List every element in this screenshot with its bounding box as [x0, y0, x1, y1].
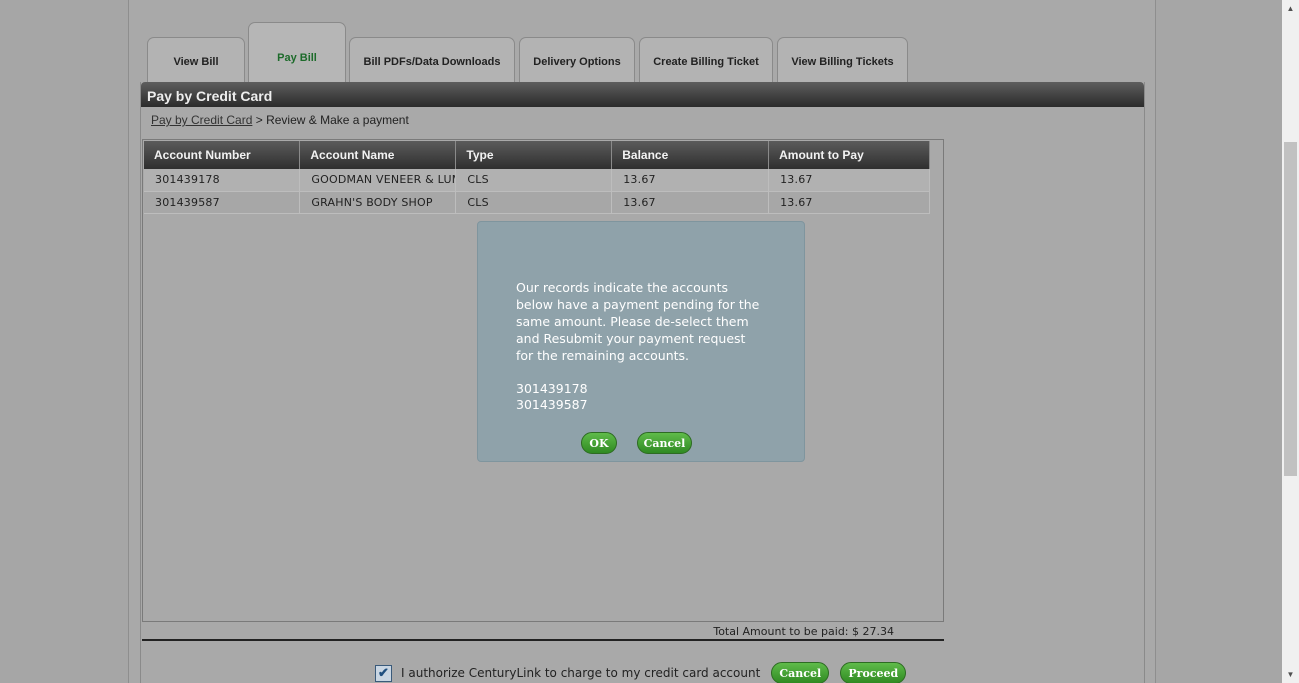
tab-view-bill[interactable]: View Bill [147, 37, 245, 82]
vertical-scrollbar[interactable]: ▲ ▼ [1282, 0, 1299, 683]
tab-label: Pay Bill [277, 52, 317, 64]
cell-account-number: 301439587 [144, 191, 301, 214]
scroll-down-arrow-icon[interactable]: ▼ [1282, 666, 1299, 683]
total-amount: Total Amount to be paid: $ 27.34 [142, 625, 944, 641]
tab-label: Delivery Options [533, 56, 621, 68]
pending-payment-dialog: Our records indicate the accounts below … [477, 221, 805, 462]
tab-label: View Bill [173, 56, 219, 68]
tab-bill-pdfs[interactable]: Bill PDFs/Data Downloads [349, 37, 515, 82]
cell-account-name: GOODMAN VENEER & LUMBER [299, 169, 457, 192]
tab-label: Bill PDFs/Data Downloads [363, 56, 501, 68]
cell-type: CLS [455, 169, 613, 192]
authorize-row: ✔ I authorize CenturyLink to charge to m… [375, 662, 907, 683]
tab-label: View Billing Tickets [791, 56, 894, 68]
cell-balance: 13.67 [611, 191, 770, 214]
accounts-table: Account Number Account Name Type Balance… [144, 141, 930, 214]
cell-account-number: 301439178 [144, 169, 301, 192]
authorize-checkbox[interactable]: ✔ [375, 664, 392, 682]
table-header-row: Account Number Account Name Type Balance… [144, 141, 930, 169]
dialog-account-item: 301439178 [516, 381, 588, 396]
column-header-balance: Balance [611, 141, 770, 169]
proceed-button[interactable]: Proceed [840, 662, 907, 683]
dialog-account-list: 301439178 301439587 [516, 381, 588, 413]
scroll-up-arrow-icon[interactable]: ▲ [1282, 0, 1299, 17]
cell-account-name: GRAHN'S BODY SHOP [299, 191, 457, 214]
tab-create-billing-ticket[interactable]: Create Billing Ticket [639, 37, 773, 82]
tab-pay-bill[interactable]: Pay Bill [248, 22, 346, 82]
breadcrumb-separator: > [252, 113, 267, 127]
cell-balance: 13.67 [611, 169, 770, 192]
cell-amount-to-pay: 13.67 [768, 191, 930, 214]
tab-view-billing-tickets[interactable]: View Billing Tickets [777, 37, 908, 82]
column-header-type: Type [455, 141, 613, 169]
dialog-cancel-button[interactable]: Cancel [637, 432, 692, 454]
breadcrumb: Pay by Credit Card > Review & Make a pay… [151, 113, 409, 127]
dialog-ok-button[interactable]: OK [581, 432, 617, 454]
dialog-message: Our records indicate the accounts below … [516, 280, 760, 363]
scrollbar-thumb[interactable] [1284, 142, 1297, 476]
panel-title: Pay by Credit Card [141, 82, 1144, 107]
breadcrumb-current: Review & Make a payment [266, 113, 409, 127]
cell-amount-to-pay: 13.67 [768, 169, 930, 192]
cancel-button[interactable]: Cancel [771, 662, 830, 683]
column-header-account-name: Account Name [299, 141, 457, 169]
table-row[interactable]: 301439587 GRAHN'S BODY SHOP CLS 13.67 13… [144, 191, 930, 214]
breadcrumb-link-pay-by-credit-card[interactable]: Pay by Credit Card [151, 113, 252, 127]
checkmark-icon: ✔ [378, 665, 389, 680]
tab-delivery-options[interactable]: Delivery Options [519, 37, 635, 82]
cell-type: CLS [455, 191, 613, 214]
column-header-amount-to-pay: Amount to Pay [768, 141, 930, 169]
dialog-account-item: 301439587 [516, 397, 588, 412]
tab-label: Create Billing Ticket [653, 56, 759, 68]
table-row[interactable]: 301439178 GOODMAN VENEER & LUMBER CLS 13… [144, 169, 930, 192]
column-header-account-number: Account Number [144, 141, 301, 169]
authorize-label: I authorize CenturyLink to charge to my … [401, 666, 761, 680]
